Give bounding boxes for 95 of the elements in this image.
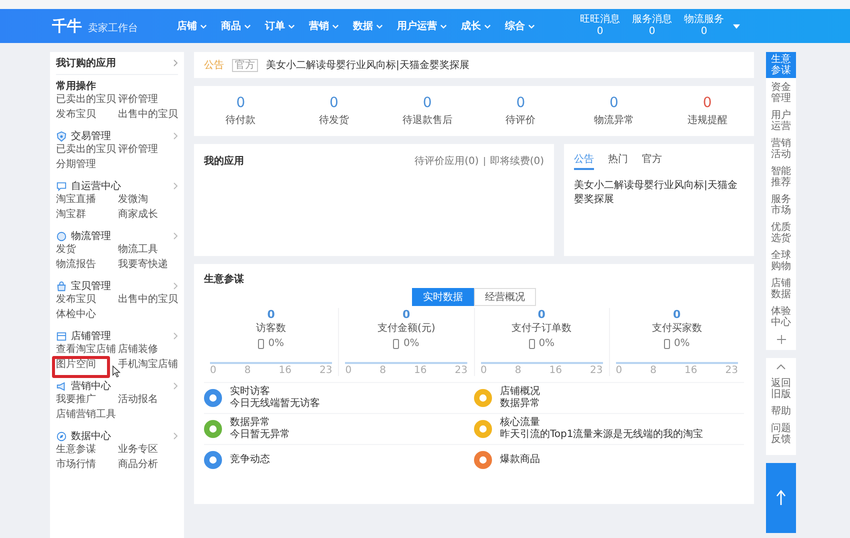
sidebar-link[interactable]: 物流报告 — [56, 258, 118, 272]
metric-value: 0 — [402, 308, 410, 321]
change-text: 0% — [674, 338, 690, 349]
sidebar-link[interactable]: 查看淘宝店铺 — [56, 343, 118, 357]
alert-title[interactable]: 爆款商品 — [500, 454, 540, 466]
alert-title[interactable]: 数据异常 — [230, 417, 290, 429]
news-link[interactable]: 美女小二解读母婴行业风向标|天猫金婴奖探展 — [574, 178, 744, 206]
axis-tick: 16 — [414, 365, 427, 376]
sidebar-link[interactable]: 评价管理 — [118, 93, 174, 107]
alert-title[interactable]: 实时访客 — [230, 386, 320, 398]
group-title: 常用操作 — [56, 80, 96, 93]
axis-tick: 23 — [725, 365, 738, 376]
sidebar-link[interactable]: 商家成长 — [118, 208, 174, 222]
axis-tick: 8 — [650, 365, 656, 376]
sidebar-link[interactable]: 已卖出的宝贝 — [56, 93, 118, 107]
news-tab[interactable]: 热门 — [608, 150, 628, 170]
sidebar-link[interactable]: 我要推广 — [56, 393, 118, 407]
metric-label: 支付子订单数 — [512, 322, 572, 335]
sidebar-link[interactable]: 市场行情 — [56, 458, 118, 472]
axis-tick: 23 — [454, 365, 468, 376]
group-title: 店铺管理 — [71, 330, 111, 343]
change-text: 0% — [538, 338, 555, 349]
toggle-tab[interactable]: 经营概况 — [474, 288, 536, 306]
metric-value: 0 — [673, 308, 681, 321]
app-link[interactable]: 即将续费(0) — [490, 154, 544, 168]
sidebar-link[interactable]: 体检中心 — [56, 308, 118, 322]
group-title: 交易管理 — [71, 130, 111, 143]
alert-title[interactable]: 竞争动态 — [230, 454, 270, 466]
alert-text: 今日无线端暂无访客 — [230, 398, 320, 410]
notice-label: 公告 — [204, 58, 224, 72]
card-title: 生意参谋 — [204, 272, 245, 286]
stat-label: 物流异常 — [594, 114, 634, 127]
sidebar-link[interactable]: 评价管理 — [118, 143, 174, 157]
sidebar-link[interactable]: 活动报名 — [118, 393, 174, 407]
sidebar-link[interactable]: 店铺营销工具 — [56, 408, 118, 422]
logo-subtitle: 卖家工作台 — [88, 22, 138, 34]
sidebar-link[interactable]: 已卖出的宝贝 — [56, 143, 118, 157]
sidebar-link[interactable]: 淘宝直播 — [56, 193, 118, 207]
sidebar-title: 我订购的应用 — [56, 56, 116, 70]
group-title: 数据中心 — [71, 430, 111, 443]
sidebar-link[interactable]: 发布宝贝 — [56, 108, 118, 122]
alert-text: 今日暂无异常 — [230, 429, 290, 441]
nav-menu-item[interactable]: 店铺 — [172, 17, 212, 35]
stat-label: 待发货 — [318, 114, 349, 127]
sidebar-link[interactable]: 淘宝群 — [56, 208, 118, 222]
stat-value[interactable]: 0 — [702, 95, 712, 111]
group-title: 宝贝管理 — [71, 280, 111, 293]
group-title: 物流管理 — [71, 230, 111, 243]
toggle-tab[interactable]: 实时数据 — [412, 288, 474, 306]
axis-tick: 23 — [319, 365, 332, 376]
change-text: 0% — [268, 338, 284, 349]
official-tag: 官方 — [232, 58, 258, 72]
stat-label: 待付款 — [226, 114, 256, 127]
metric-label: 访客数 — [256, 322, 286, 335]
metric-label: 支付买家数 — [652, 322, 702, 335]
axis-tick: 8 — [244, 365, 251, 376]
alert-title[interactable]: 店铺概况 — [500, 386, 540, 398]
app-link[interactable]: 待评价应用(0) — [414, 154, 479, 168]
axis-tick: 0 — [480, 365, 487, 376]
sidebar-link[interactable]: 分期管理 — [56, 158, 118, 172]
metric-value: 0 — [538, 308, 546, 321]
sidebar-link[interactable]: 商品分析 — [118, 458, 174, 472]
alert-text: 数据异常 — [500, 398, 540, 410]
axis-tick: 16 — [549, 365, 562, 376]
group-title: 营销中心 — [71, 380, 111, 393]
sidebar-link[interactable]: 发货 — [56, 243, 118, 257]
axis-tick: 0 — [210, 365, 216, 376]
sidebar-link[interactable]: 发微淘 — [118, 193, 174, 207]
stat-label: 待评价 — [506, 114, 536, 127]
stat-label: 待退款售后 — [402, 114, 452, 127]
stat-label: 违规提醒 — [687, 114, 728, 127]
sidebar-link[interactable]: 店铺装修 — [118, 343, 174, 357]
axis-tick: 23 — [590, 365, 603, 376]
axis-tick: 0 — [345, 365, 352, 376]
group-title: 自运营中心 — [71, 180, 121, 193]
sidebar-link[interactable]: 业务专区 — [118, 443, 174, 457]
axis-tick: 16 — [278, 365, 292, 376]
card-title: 我的应用 — [204, 154, 244, 168]
alert-text: 昨天引流的Top1流量来源是无线端的我的淘宝 — [500, 429, 704, 441]
sidebar-link[interactable]: 发布宝贝 — [56, 293, 118, 307]
axis-tick: 16 — [684, 365, 698, 376]
notice-link[interactable]: 美女小二解读母婴行业风向标|天猫金婴奖探展 — [266, 58, 470, 72]
rail-item[interactable]: 生意参谋 — [766, 52, 796, 78]
axis-tick: 8 — [380, 365, 386, 376]
logo-text: 千牛 — [52, 16, 82, 36]
sidebar-link[interactable]: 生意参谋 — [56, 443, 118, 457]
axis-tick: 8 — [514, 365, 522, 376]
alert-title[interactable]: 核心流量 — [500, 417, 704, 429]
sidebar-link[interactable]: 物流工具 — [118, 243, 174, 257]
metric-label: 支付金额(元) — [377, 322, 436, 335]
news-tab[interactable]: 官方 — [642, 150, 662, 170]
metric-value: 0 — [267, 308, 275, 321]
change-text: 0% — [403, 338, 420, 349]
sidebar-link[interactable]: 我要寄快递 — [118, 258, 174, 272]
axis-tick: 0 — [616, 365, 622, 376]
